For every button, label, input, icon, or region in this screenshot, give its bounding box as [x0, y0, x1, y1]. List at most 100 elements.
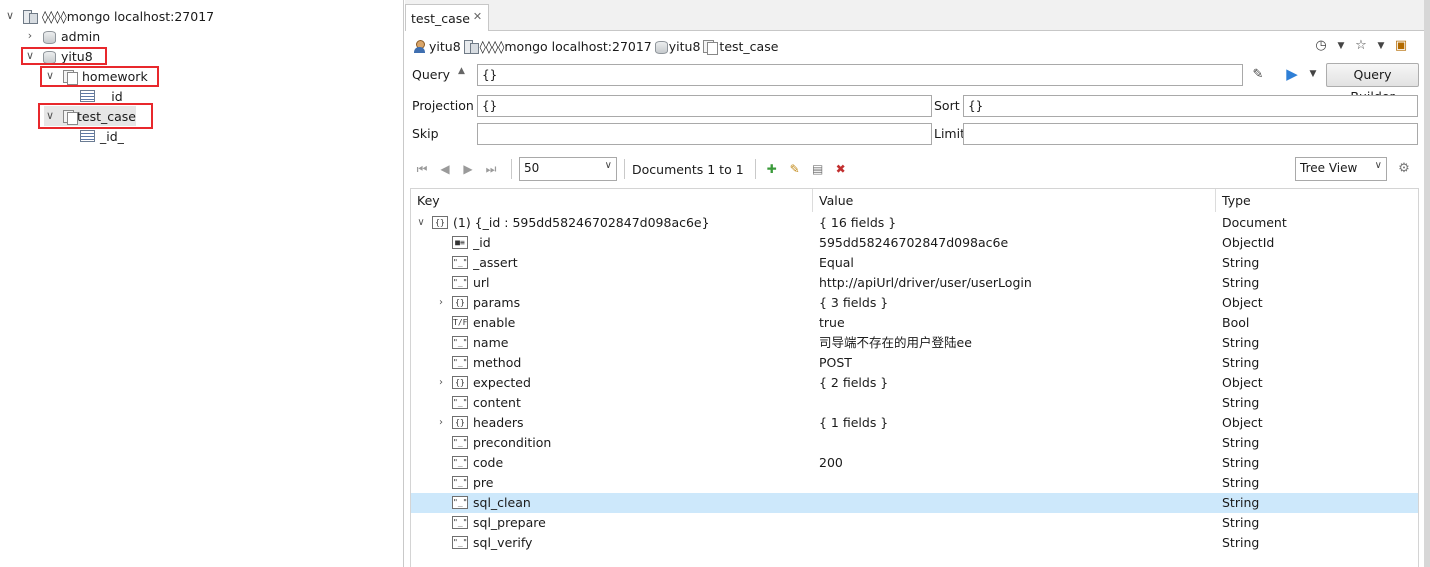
- sort-input[interactable]: {}: [963, 95, 1418, 117]
- tab-test-case[interactable]: test_case ✕: [405, 4, 489, 31]
- cell-type: String: [1222, 395, 1260, 410]
- chevron-down-icon[interactable]: ▼: [1376, 37, 1386, 55]
- index-icon: [80, 90, 95, 102]
- cell-type: String: [1222, 255, 1260, 270]
- toggle-spacer: [435, 497, 447, 509]
- query-label: Query: [412, 67, 450, 82]
- expand-arrow-icon[interactable]: ›: [24, 30, 36, 42]
- column-header-type[interactable]: Type: [1216, 189, 1420, 212]
- edit-query-icon[interactable]: ✎: [1249, 66, 1267, 84]
- view-document-icon[interactable]: ▤: [809, 160, 827, 178]
- toolbar-divider: [754, 159, 756, 179]
- column-header-value[interactable]: Value: [813, 189, 1216, 212]
- expand-toggle-icon[interactable]: ∨: [415, 217, 427, 229]
- cell-type: String: [1222, 475, 1260, 490]
- collapse-caret-icon[interactable]: ▲: [458, 66, 465, 76]
- gear-icon[interactable]: ⚙: [1395, 160, 1413, 178]
- tree-server-node[interactable]: ∨ ◊◊◊◊mongo localhost:27017: [4, 6, 214, 26]
- insert-document-icon[interactable]: ✚: [763, 160, 781, 178]
- projection-input[interactable]: {}: [477, 95, 932, 117]
- table-row[interactable]: "_" code 200 String: [411, 453, 1418, 473]
- collection-editor: test_case ✕ yitu8 ◊◊◊◊mongo localhost:27…: [405, 0, 1424, 567]
- table-row[interactable]: ∨ {} (1) {_id : 595dd58246702847d098ac6e} {…: [411, 213, 1418, 233]
- last-page-icon[interactable]: ⏭: [481, 159, 501, 179]
- table-row[interactable]: "_" sql_clean String: [411, 493, 1418, 513]
- field-type-icon: "_": [452, 496, 468, 509]
- expand-toggle-icon[interactable]: ›: [435, 297, 447, 309]
- skip-input[interactable]: [477, 123, 932, 145]
- next-page-icon[interactable]: ▶: [458, 159, 478, 179]
- cell-value: [819, 493, 1214, 513]
- history-icon[interactable]: ◷: [1312, 37, 1330, 55]
- query-input[interactable]: {}: [477, 64, 1243, 86]
- sort-label: Sort: [934, 98, 960, 113]
- star-icon[interactable]: ☆: [1352, 37, 1370, 55]
- toggle-spacer: [435, 237, 447, 249]
- tree-db-admin[interactable]: › admin: [24, 26, 100, 46]
- table-row[interactable]: › {} params { 3 fields } Object: [411, 293, 1418, 313]
- table-row[interactable]: › {} headers { 1 fields } Object: [411, 413, 1418, 433]
- field-type-icon: "_": [452, 396, 468, 409]
- page-size-select[interactable]: 50 ∨: [519, 157, 617, 181]
- field-type-icon: {}: [452, 416, 468, 429]
- table-row[interactable]: › {} expected { 2 fields } Object: [411, 373, 1418, 393]
- database-icon: [654, 39, 668, 54]
- cell-key: url: [473, 275, 490, 290]
- view-mode-select[interactable]: Tree View ∨: [1295, 157, 1387, 181]
- annotation-box: [40, 66, 159, 87]
- previous-page-icon[interactable]: ◀: [435, 159, 455, 179]
- delete-document-icon[interactable]: ✖: [832, 160, 850, 178]
- table-row[interactable]: "_" name 司导端不存在的用户登陆ee String: [411, 333, 1418, 353]
- toolbar-divider: [624, 159, 625, 179]
- cell-value: { 1 fields }: [819, 415, 889, 430]
- expand-toggle-icon[interactable]: ›: [435, 417, 447, 429]
- table-row[interactable]: T/F enable true Bool: [411, 313, 1418, 333]
- breadcrumb-server: ◊◊◊◊mongo localhost:27017: [479, 38, 652, 54]
- chevron-down-icon[interactable]: ▼: [1336, 37, 1346, 55]
- cell-type: String: [1222, 515, 1260, 530]
- edit-document-icon[interactable]: ✎: [786, 160, 804, 178]
- table-row[interactable]: "_" url http://apiUrl/driver/user/userLogi…: [411, 273, 1418, 293]
- table-row[interactable]: ■≡ _id 595dd58246702847d098ac6e ObjectId: [411, 233, 1418, 253]
- table-row[interactable]: "_" content String: [411, 393, 1418, 413]
- table-row[interactable]: "_" sql_verify String: [411, 533, 1418, 553]
- query-builder-button[interactable]: Query Builder: [1326, 63, 1419, 104]
- cell-value: [819, 393, 1214, 413]
- table-row[interactable]: "_" pre String: [411, 473, 1418, 493]
- table-row[interactable]: "_" precondition String: [411, 433, 1418, 453]
- cell-key: content: [473, 395, 521, 410]
- cell-key: expected: [473, 375, 531, 390]
- document-range-text: Documents 1 to 1: [632, 161, 744, 177]
- cell-value: [819, 433, 1214, 453]
- cell-key: enable: [473, 315, 516, 330]
- collapse-arrow-icon[interactable]: ∨: [4, 10, 16, 22]
- cell-key: _assert: [473, 255, 518, 270]
- skip-label: Skip: [412, 126, 439, 141]
- annotation-box: [38, 103, 153, 129]
- cell-type: Bool: [1222, 315, 1250, 330]
- field-type-icon: "_": [452, 276, 468, 289]
- close-icon[interactable]: ✕: [471, 10, 484, 23]
- table-row[interactable]: "_" sql_prepare String: [411, 513, 1418, 533]
- tree-index-node[interactable]: _id_: [80, 126, 124, 146]
- expand-toggle-icon[interactable]: ›: [435, 377, 447, 389]
- chevron-down-icon: ∨: [604, 160, 612, 171]
- results-tree-table: Key Value Type ∨ {} (1) {_id : 595dd582467…: [410, 188, 1419, 567]
- cell-type: Object: [1222, 415, 1263, 430]
- table-row[interactable]: "_" method POST String: [411, 353, 1418, 373]
- run-query-icon[interactable]: ▶: [1283, 65, 1301, 83]
- cell-value: { 3 fields }: [819, 295, 889, 310]
- cell-type: Document: [1222, 215, 1287, 230]
- cell-type: String: [1222, 455, 1260, 470]
- tree-db-label: admin: [61, 28, 101, 44]
- cell-value: 200: [819, 455, 843, 470]
- toggle-spacer: [435, 257, 447, 269]
- field-type-icon: "_": [452, 516, 468, 529]
- limit-input[interactable]: [963, 123, 1418, 145]
- cell-key: _id: [473, 235, 491, 250]
- table-row[interactable]: "_" _assert Equal String: [411, 253, 1418, 273]
- column-header-key[interactable]: Key: [411, 189, 813, 212]
- first-page-icon[interactable]: ⏮: [412, 159, 432, 179]
- export-icon[interactable]: ▣: [1392, 37, 1410, 55]
- chevron-down-icon[interactable]: ▼: [1308, 65, 1318, 83]
